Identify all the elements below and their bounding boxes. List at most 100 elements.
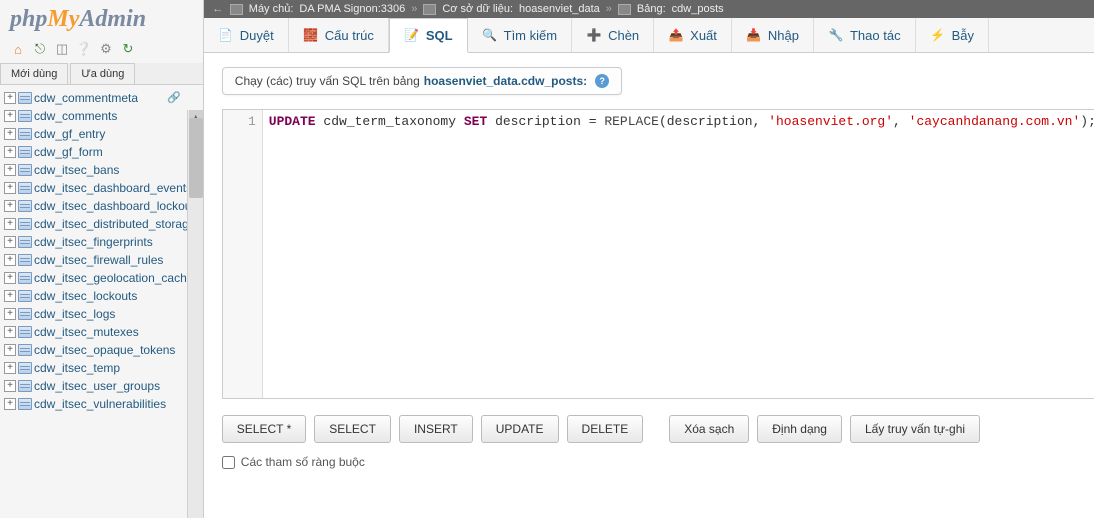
expand-icon[interactable]: +: [4, 326, 16, 338]
sql-title-target[interactable]: hoasenviet_data.cdw_posts:: [424, 74, 587, 88]
table-label[interactable]: cdw_gf_form: [34, 145, 103, 159]
autosave-button[interactable]: Lấy truy vấn tự-ghi: [850, 415, 980, 443]
expand-icon[interactable]: +: [4, 182, 16, 194]
table-row[interactable]: + cdw_itsec_fingerprints: [2, 233, 203, 251]
table-row[interactable]: + cdw_itsec_lockouts: [2, 287, 203, 305]
tab-nhập[interactable]: 📥Nhập: [732, 18, 814, 52]
table-label[interactable]: cdw_itsec_user_groups: [34, 379, 160, 393]
table-row[interactable]: + cdw_itsec_vulnerabilities: [2, 395, 203, 413]
table-row[interactable]: + cdw_itsec_user_groups: [2, 377, 203, 395]
expand-icon[interactable]: +: [4, 380, 16, 392]
tab-sql[interactable]: 📝SQL: [389, 18, 468, 53]
expand-icon[interactable]: +: [4, 254, 16, 266]
docs-icon[interactable]: ❔: [76, 41, 92, 57]
table-icon: [18, 236, 32, 248]
expand-icon[interactable]: +: [4, 110, 16, 122]
sidebar-scrollbar[interactable]: ▴: [187, 110, 203, 518]
sql-token-ident: description: [495, 114, 581, 129]
bc-table-label: Bảng:: [637, 3, 666, 15]
bc-db-value[interactable]: hoasenviet_data: [519, 3, 600, 15]
table-label[interactable]: cdw_itsec_bans: [34, 163, 119, 177]
collapse-nav-icon[interactable]: ←: [212, 3, 224, 15]
expand-icon[interactable]: +: [4, 146, 16, 158]
table-row[interactable]: + cdw_itsec_dashboard_events: [2, 179, 203, 197]
home-icon[interactable]: ⌂: [10, 41, 26, 57]
expand-icon[interactable]: +: [4, 128, 16, 140]
table-label[interactable]: cdw_itsec_lockouts: [34, 289, 137, 303]
table-row[interactable]: + cdw_itsec_distributed_storage: [2, 215, 203, 233]
bc-table-value[interactable]: cdw_posts: [672, 3, 724, 15]
table-label[interactable]: cdw_itsec_fingerprints: [34, 235, 153, 249]
editor-code[interactable]: UPDATE cdw_term_taxonomy SET description…: [263, 110, 1094, 398]
table-label[interactable]: cdw_itsec_mutexes: [34, 325, 139, 339]
table-row[interactable]: + cdw_itsec_logs: [2, 305, 203, 323]
logo[interactable]: phpMyAdmin: [0, 0, 203, 37]
help-icon[interactable]: ?: [595, 74, 609, 88]
bc-server-value[interactable]: DA PMA Signon:3306: [299, 3, 405, 15]
table-label[interactable]: cdw_itsec_geolocation_cache: [34, 271, 193, 285]
bind-params-checkbox[interactable]: [222, 456, 235, 469]
tab-bẫy[interactable]: ⚡Bẫy: [916, 18, 989, 52]
expand-icon[interactable]: +: [4, 218, 16, 230]
sql-icon[interactable]: ◫: [54, 41, 70, 57]
tab-recent[interactable]: Mới dùng: [0, 63, 68, 84]
table-row[interactable]: + cdw_gf_entry: [2, 125, 203, 143]
expand-icon[interactable]: +: [4, 344, 16, 356]
table-icon: [18, 92, 32, 104]
tab-xuất[interactable]: 📤Xuất: [654, 18, 732, 52]
expand-icon[interactable]: +: [4, 200, 16, 212]
table-label[interactable]: cdw_itsec_distributed_storage: [34, 217, 195, 231]
insert-button[interactable]: INSERT: [399, 415, 473, 443]
table-row[interactable]: + cdw_itsec_firewall_rules: [2, 251, 203, 269]
table-label[interactable]: cdw_itsec_logs: [34, 307, 115, 321]
exit-icon[interactable]: ⎋: [32, 41, 48, 57]
clear-button[interactable]: Xóa sạch: [669, 415, 749, 443]
table-label[interactable]: cdw_itsec_temp: [34, 361, 120, 375]
table-label[interactable]: cdw_itsec_vulnerabilities: [34, 397, 166, 411]
settings-icon[interactable]: ⚙: [98, 41, 114, 57]
table-row[interactable]: + cdw_itsec_temp: [2, 359, 203, 377]
tab-thao tác[interactable]: 🔧Thao tác: [814, 18, 916, 52]
expand-icon[interactable]: +: [4, 164, 16, 176]
format-button[interactable]: Định dạng: [757, 415, 842, 443]
select-button[interactable]: SELECT: [314, 415, 391, 443]
table-row[interactable]: + cdw_itsec_opaque_tokens: [2, 341, 203, 359]
delete-button[interactable]: DELETE: [567, 415, 644, 443]
update-button[interactable]: UPDATE: [481, 415, 559, 443]
table-row[interactable]: + cdw_itsec_geolocation_cache: [2, 269, 203, 287]
expand-icon[interactable]: +: [4, 272, 16, 284]
table-row[interactable]: + cdw_itsec_mutexes: [2, 323, 203, 341]
expand-icon[interactable]: +: [4, 308, 16, 320]
scroll-thumb[interactable]: [189, 118, 203, 198]
table-icon: [18, 326, 32, 338]
table-label[interactable]: cdw_itsec_dashboard_lockouts: [34, 199, 201, 213]
table-row[interactable]: + cdw_itsec_dashboard_lockouts: [2, 197, 203, 215]
expand-icon[interactable]: +: [4, 92, 16, 104]
expand-icon[interactable]: +: [4, 290, 16, 302]
select-star-button[interactable]: SELECT *: [222, 415, 306, 443]
tab-favorites[interactable]: Ưa dùng: [70, 63, 135, 84]
link-icon[interactable]: 🔗: [167, 91, 181, 104]
table-label[interactable]: cdw_commentmeta: [34, 91, 138, 105]
tab-duyệt[interactable]: 📄Duyệt: [204, 18, 289, 52]
table-label[interactable]: cdw_itsec_opaque_tokens: [34, 343, 175, 357]
expand-icon[interactable]: +: [4, 362, 16, 374]
sql-editor[interactable]: 1 UPDATE cdw_term_taxonomy SET descripti…: [222, 109, 1094, 399]
tab-icon: 🔍: [482, 27, 498, 43]
table-row[interactable]: + cdw_itsec_bans: [2, 161, 203, 179]
reload-icon[interactable]: ↻: [120, 41, 136, 57]
tab-tìm kiếm[interactable]: 🔍 Tìm kiếm: [468, 18, 572, 52]
table-row[interactable]: + cdw_comments: [2, 107, 203, 125]
table-label[interactable]: cdw_itsec_dashboard_events: [34, 181, 192, 195]
tab-label: Tìm kiếm: [504, 28, 557, 43]
tab-cấu trúc[interactable]: 🧱Cấu trúc: [289, 18, 389, 52]
table-label[interactable]: cdw_comments: [34, 109, 117, 123]
table-label[interactable]: cdw_itsec_firewall_rules: [34, 253, 163, 267]
tab-chèn[interactable]: ➕Chèn: [572, 18, 654, 52]
table-label[interactable]: cdw_gf_entry: [34, 127, 105, 141]
table-row[interactable]: + cdw_gf_form: [2, 143, 203, 161]
expand-icon[interactable]: +: [4, 236, 16, 248]
tab-label: Cấu trúc: [325, 28, 374, 43]
expand-icon[interactable]: +: [4, 398, 16, 410]
sql-button-row: SELECT * SELECT INSERT UPDATE DELETE Xóa…: [222, 415, 1094, 443]
